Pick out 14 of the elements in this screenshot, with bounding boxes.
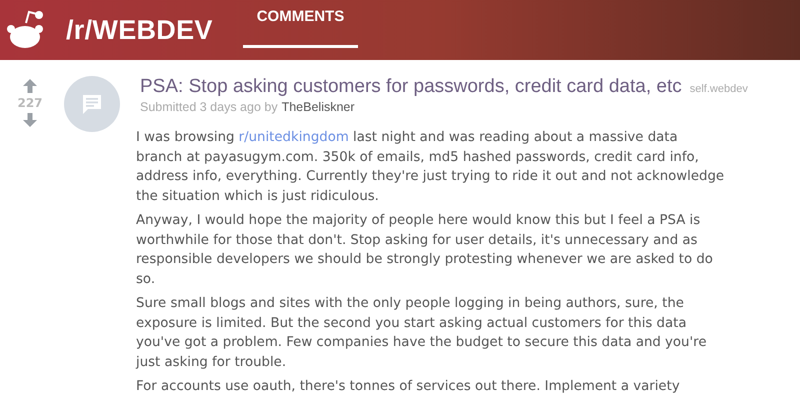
post-paragraph: Anyway, I would hope the majority of people here would know this but I feel a PSA is worthwhile for those that don't. Stop asking for user details, it's unnecessary and as responsible developers we should be strongly protesting whenever we are asked to do so. — [136, 212, 714, 288]
post-paragraph: For accounts use oauth, there's tonnes of services out there. Implement a variety — [136, 378, 681, 396]
downvote-icon[interactable] — [23, 113, 37, 127]
post-paragraph: Sure small blogs and sites with the only people logging in being authors, sure, the exposure is limited. But the second you start asking actual customers for this data you've got a problem. Few companies have the budget to secure this data and you're just asking for trouble. — [136, 295, 708, 372]
submitted-text: Submitted 3 days ago by — [140, 100, 278, 114]
speech-bubble-icon — [82, 94, 102, 114]
subreddit-title[interactable]: /r/WEBDEV — [66, 14, 213, 46]
post-title[interactable]: PSA: Stop asking customers for passwords, credit card data, etc — [140, 76, 682, 98]
vote-score: 227 — [17, 96, 43, 110]
logo-icon[interactable] — [6, 9, 44, 51]
comments-tab[interactable]: COMMENTS — [242, 0, 358, 48]
upvote-icon[interactable] — [23, 79, 37, 93]
author-link[interactable]: TheBeliskner — [282, 100, 355, 114]
post-paragraph: I was browsing r/unitedkingdom last night and was reading about a massive data branch at payasugym.com. 350k of emails, md5 hashed passwords, credit card info, address info, everything. Currently they're just trying to ride it out and not acknowledge the situation which is just ridiculous. — [136, 129, 726, 206]
